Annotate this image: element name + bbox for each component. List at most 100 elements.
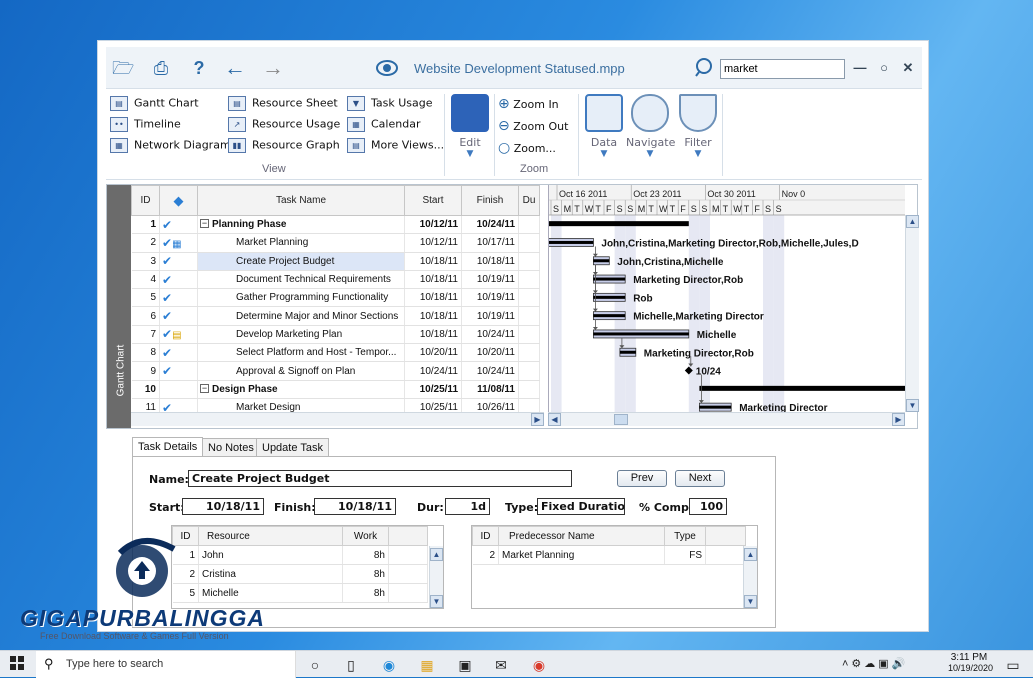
- task-name-cell[interactable]: − Design Phase: [197, 380, 405, 399]
- pred-col-type[interactable]: Type: [664, 526, 706, 546]
- back-arrow-icon[interactable]: ←: [224, 57, 246, 79]
- day-label: S: [765, 204, 771, 214]
- day-label: W: [733, 204, 742, 214]
- restore-button[interactable]: ○: [876, 59, 892, 77]
- task-view-icon[interactable]: ▯: [340, 655, 362, 675]
- task-name-cell[interactable]: Market Planning: [197, 233, 405, 253]
- chrome-icon[interactable]: ◉: [528, 655, 550, 675]
- collapse-icon[interactable]: −: [200, 383, 209, 393]
- navigate-button[interactable]: Navigate ▼: [626, 94, 675, 159]
- res-col-work[interactable]: Work: [342, 526, 389, 546]
- task-row[interactable]: 7 ✔▤ Develop Marketing Plan 10/18/11 10/24/1…: [131, 325, 540, 345]
- forward-arrow-icon[interactable]: →: [262, 57, 284, 79]
- resource-graph-view-button[interactable]: ▮▮ Resource Graph: [228, 138, 340, 153]
- task-name-field[interactable]: Create Project Budget: [188, 470, 572, 487]
- data-button[interactable]: Data ▼: [582, 94, 626, 159]
- scroll-thumb[interactable]: [614, 414, 628, 425]
- zoom-in-button[interactable]: ⊕ Zoom In: [498, 96, 559, 112]
- col-start[interactable]: Start: [404, 185, 462, 216]
- duration-field[interactable]: 1d: [445, 498, 490, 515]
- calendar-view-button[interactable]: ▦ Calendar: [347, 117, 420, 132]
- task-name-cell[interactable]: Determine Major and Minor Sections: [197, 306, 405, 326]
- timeline-view-button[interactable]: •• Timeline: [110, 117, 181, 132]
- scroll-right-icon[interactable]: ▶: [531, 413, 544, 426]
- filter-button[interactable]: Filter ▼: [676, 94, 720, 159]
- zoom-button[interactable]: ○ Zoom...: [498, 140, 556, 156]
- resource-usage-view-button[interactable]: ↗ Resource Usage: [228, 117, 340, 132]
- clock[interactable]: 3:11 PM 10/19/2020: [948, 652, 993, 673]
- resources-vscroll[interactable]: ▲ ▼: [429, 546, 443, 608]
- scroll-left-icon[interactable]: ◀: [548, 413, 561, 426]
- task-row[interactable]: 4 ✔ Document Technical Requirements 10/18/1…: [131, 270, 540, 290]
- table-hscroll[interactable]: ▶: [131, 412, 544, 426]
- task-name-cell[interactable]: Select Platform and Host - Tempor...: [197, 343, 405, 363]
- task-row[interactable]: 8 ✔ Select Platform and Host - Tempor... 10…: [131, 343, 540, 363]
- gantt-chart-view-button[interactable]: ▤ Gantt Chart: [110, 96, 199, 111]
- task-name-cell[interactable]: Approval & Signoff on Plan: [197, 361, 405, 381]
- chart-hscroll[interactable]: ◀ ▶: [548, 412, 905, 426]
- collapse-icon[interactable]: −: [200, 219, 209, 228]
- col-task-name[interactable]: Task Name: [197, 185, 405, 216]
- network-diagram-view-button[interactable]: ▦ Network Diagram: [110, 138, 231, 153]
- scroll-up-icon[interactable]: ▲: [906, 215, 919, 228]
- predecessors-vscroll[interactable]: ▲ ▼: [743, 546, 757, 608]
- minimize-button[interactable]: —: [852, 59, 868, 77]
- mail-icon[interactable]: ✉: [490, 655, 512, 675]
- notifications-icon[interactable]: ▭: [1002, 655, 1024, 675]
- close-button[interactable]: ✕: [900, 59, 916, 77]
- search-icon[interactable]: [694, 56, 722, 80]
- search-input[interactable]: [720, 59, 845, 79]
- col-duration[interactable]: Du: [518, 185, 540, 216]
- chart-vscroll[interactable]: ▲ ▼: [905, 215, 919, 412]
- help-icon[interactable]: ?: [188, 57, 210, 79]
- task-row[interactable]: 9 ✔ Approval & Signoff on Plan 10/24/11 10/2…: [131, 361, 540, 381]
- edit-button[interactable]: Edit ▼: [450, 94, 490, 159]
- task-usage-view-button[interactable]: ▼ Task Usage: [347, 96, 433, 111]
- percent-complete-field[interactable]: 100: [689, 498, 727, 515]
- scroll-up-icon[interactable]: ▲: [430, 548, 443, 561]
- resource-sheet-view-button[interactable]: ▤ Resource Sheet: [228, 96, 338, 111]
- tab-task-details[interactable]: Task Details: [132, 437, 204, 458]
- pred-col-name[interactable]: Predecessor Name: [498, 526, 665, 546]
- system-tray-icons[interactable]: ˄⚙☁▣🔊: [842, 657, 908, 670]
- hand-pointer-icon: [631, 94, 669, 132]
- edge-icon[interactable]: ◉: [378, 655, 400, 675]
- task-row[interactable]: 10− Design Phase 10/25/11 11/08/11: [131, 380, 540, 399]
- col-id[interactable]: ID: [131, 185, 160, 216]
- windows-start-icon[interactable]: [6, 655, 28, 675]
- task-row[interactable]: 5 ✔ Gather Programming Functionality 10/18/…: [131, 288, 540, 308]
- start-field[interactable]: 10/18/11: [182, 498, 264, 515]
- taskbar-search-box[interactable]: ⚲ Type here to search: [36, 651, 296, 678]
- col-indicators[interactable]: ◆: [159, 185, 198, 216]
- scroll-down-icon[interactable]: ▼: [906, 399, 919, 412]
- task-name-cell[interactable]: − Planning Phase: [197, 215, 405, 235]
- type-field[interactable]: Fixed Duration: [537, 498, 625, 515]
- scroll-up-icon[interactable]: ▲: [744, 548, 757, 561]
- prev-button[interactable]: Prev: [617, 470, 667, 487]
- tab-update-task[interactable]: Update Task: [256, 438, 329, 458]
- task-row[interactable]: 6 ✔ Determine Major and Minor Sections 10/1…: [131, 306, 540, 326]
- pred-col-id[interactable]: ID: [472, 526, 499, 546]
- cortana-icon[interactable]: ○: [304, 655, 326, 675]
- tab-no-notes[interactable]: No Notes: [202, 438, 260, 458]
- file-explorer-icon[interactable]: ▦: [416, 655, 438, 675]
- folder-open-icon[interactable]: 🗁: [112, 57, 134, 79]
- col-finish[interactable]: Finish: [461, 185, 519, 216]
- task-row[interactable]: 1 ✔ − Planning Phase 10/12/11 10/24/11: [131, 215, 540, 235]
- task-name-cell[interactable]: Develop Marketing Plan: [197, 325, 405, 345]
- task-name-cell[interactable]: Document Technical Requirements: [197, 270, 405, 290]
- finish-field[interactable]: 10/18/11: [314, 498, 396, 515]
- scroll-down-icon[interactable]: ▼: [744, 595, 757, 608]
- scroll-right-icon[interactable]: ▶: [892, 413, 905, 426]
- task-name-cell[interactable]: Gather Programming Functionality: [197, 288, 405, 308]
- task-name-cell[interactable]: Create Project Budget: [197, 252, 405, 271]
- task-row[interactable]: 3 ✔ Create Project Budget 10/18/11 10/18/11: [131, 252, 540, 271]
- store-icon[interactable]: ▣: [454, 655, 476, 675]
- print-icon[interactable]: ⎙: [150, 57, 172, 79]
- more-views-button[interactable]: ▤ More Views...: [347, 138, 444, 153]
- next-button[interactable]: Next: [675, 470, 725, 487]
- task-row[interactable]: 2 ✔▦ Market Planning 10/12/11 10/17/11: [131, 233, 540, 253]
- zoom-out-button[interactable]: ⊖ Zoom Out: [498, 118, 568, 134]
- predecessor-row[interactable]: 2 Market Planning FS: [472, 545, 746, 565]
- scroll-down-icon[interactable]: ▼: [430, 595, 443, 608]
